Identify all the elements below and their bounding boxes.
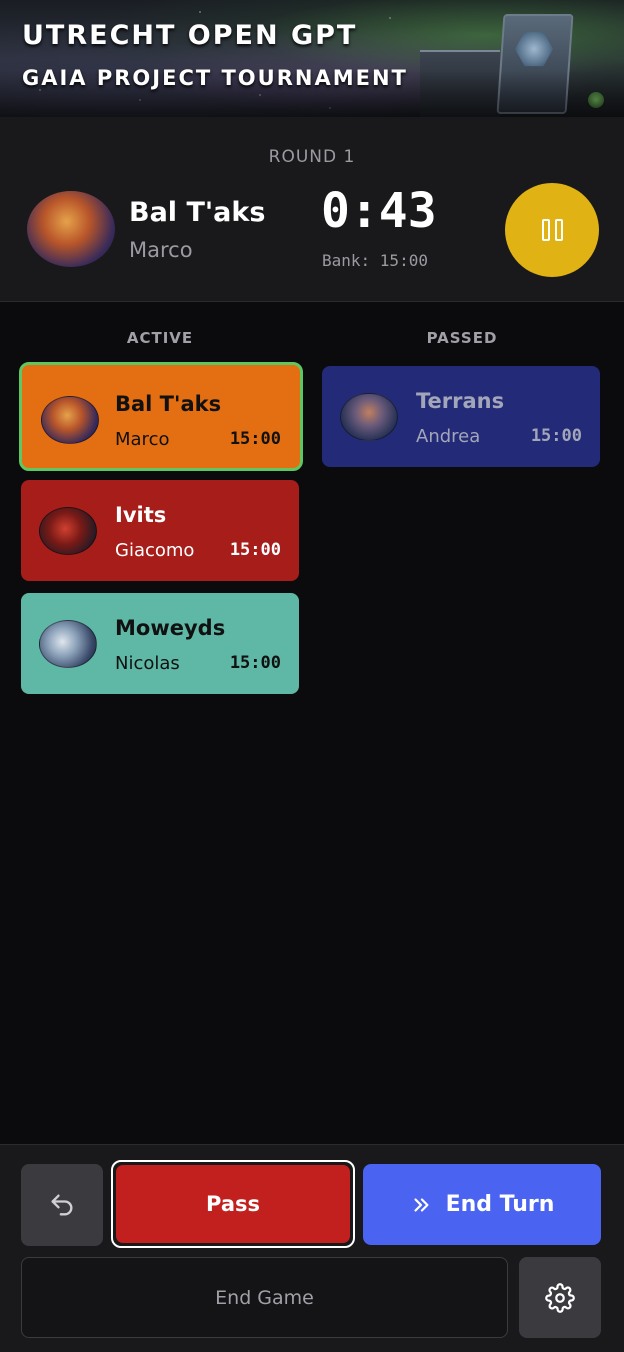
player-card-baltaks[interactable]: Bal T'aks Marco 15:00 — [19, 362, 303, 471]
banner-subtitle: GAIA PROJECT TOURNAMENT — [22, 66, 408, 90]
banner-title: UTRECHT OPEN GPT — [22, 20, 358, 51]
faction-name: Bal T'aks — [115, 392, 222, 416]
chevrons-right-icon — [410, 1194, 432, 1216]
pass-button-label: Pass — [116, 1165, 350, 1243]
faction-avatar-ivits — [39, 507, 97, 555]
current-turn-panel: ROUND 1 Bal T'aks Marco 0:43 Bank: 15:00 — [0, 117, 624, 302]
round-label: ROUND 1 — [268, 147, 356, 167]
player-name: Marco — [115, 429, 170, 450]
action-bar: Pass End Turn End Game — [0, 1144, 624, 1352]
passed-column-title: PASSED — [426, 329, 498, 347]
player-time: 15:00 — [229, 653, 281, 673]
faction-avatar-moweyds — [39, 620, 97, 668]
player-card-ivits[interactable]: Ivits Giacomo 15:00 — [21, 480, 299, 581]
undo-icon — [48, 1191, 76, 1219]
tournament-banner: UTRECHT OPEN GPT GAIA PROJECT TOURNAMENT — [0, 0, 624, 117]
player-card-terrans[interactable]: Terrans Andrea 15:00 — [322, 366, 600, 467]
faction-name: Terrans — [416, 389, 505, 413]
player-time: 15:00 — [229, 540, 281, 560]
bank-time: Bank: 15:00 — [322, 251, 428, 270]
end-turn-label: End Turn — [445, 1192, 555, 1217]
faction-name: Ivits — [115, 503, 167, 527]
player-time: 15:00 — [530, 426, 582, 446]
player-card-moweyds[interactable]: Moweyds Nicolas 15:00 — [21, 593, 299, 694]
turn-timer: 0:43 — [321, 183, 437, 239]
player-time: 15:00 — [229, 429, 281, 449]
faction-name: Moweyds — [115, 616, 226, 640]
end-game-button[interactable]: End Game — [21, 1257, 508, 1338]
player-name: Andrea — [416, 426, 481, 447]
player-name: Giacomo — [115, 540, 195, 561]
pause-icon — [541, 219, 563, 241]
undo-button[interactable] — [21, 1164, 103, 1246]
pause-button[interactable] — [505, 183, 599, 277]
active-column-title: ACTIVE — [126, 329, 194, 347]
pass-button[interactable]: Pass — [111, 1160, 355, 1248]
faction-avatar-baltaks — [41, 396, 99, 444]
current-player-name: Marco — [129, 238, 193, 262]
settings-button[interactable] — [519, 1257, 601, 1338]
gear-icon — [545, 1282, 575, 1313]
current-faction-avatar — [27, 191, 115, 267]
current-faction-name: Bal T'aks — [129, 197, 266, 228]
player-name: Nicolas — [115, 653, 180, 674]
faction-avatar-terrans — [340, 393, 398, 441]
end-turn-button[interactable]: End Turn — [363, 1164, 601, 1245]
